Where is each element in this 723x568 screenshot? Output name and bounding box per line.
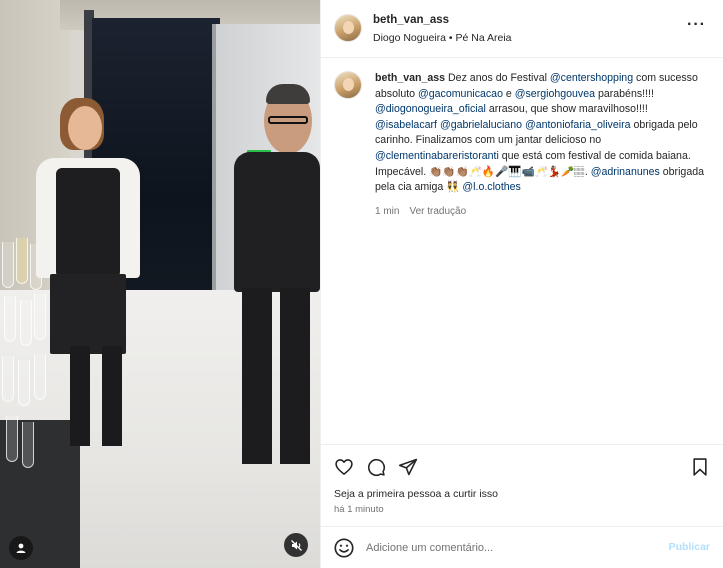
- post-media-video[interactable]: [0, 0, 320, 568]
- comment-icon[interactable]: [366, 457, 386, 477]
- person-tag-icon: [16, 543, 26, 553]
- mention-link[interactable]: @diogonogueira_oficial: [375, 103, 486, 115]
- post-header: beth_van_ass Diogo Nogueira • Pé Na Arei…: [321, 0, 723, 58]
- more-options-button[interactable]: ···: [687, 17, 706, 33]
- likes-summary[interactable]: Seja a primeira pessoa a curtir isso: [334, 488, 498, 500]
- tagged-users-button[interactable]: [9, 536, 33, 560]
- send-icon[interactable]: [398, 457, 418, 477]
- avatar[interactable]: [334, 14, 362, 42]
- muted-speaker-icon: [290, 539, 302, 551]
- mention-link[interactable]: @centershopping: [550, 72, 633, 84]
- caption-avatar[interactable]: [334, 71, 362, 99]
- more-horizontal-icon: ···: [687, 16, 706, 33]
- emoji-icon[interactable]: [333, 537, 355, 559]
- add-comment-bar: Publicar: [321, 526, 723, 568]
- heart-icon[interactable]: [334, 457, 354, 477]
- mention-link[interactable]: @isabelacarf: [375, 119, 437, 131]
- mention-link[interactable]: @gabrielaluciano: [440, 119, 522, 131]
- bookmark-icon[interactable]: [690, 457, 710, 477]
- comments-area: beth_van_ass Dez anos do Festival @cente…: [321, 58, 723, 444]
- mention-link[interactable]: @l.o.clothes: [462, 181, 520, 193]
- caption-time: 1 min: [375, 206, 400, 217]
- person-man: [228, 82, 320, 482]
- see-translation-link[interactable]: Ver tradução: [409, 206, 466, 217]
- caption-meta: 1 min Ver tradução: [375, 206, 466, 217]
- mention-link[interactable]: @antoniofaria_oliveira: [525, 119, 631, 131]
- audio-attribution[interactable]: Diogo Nogueira • Pé Na Areia: [373, 32, 512, 44]
- post-side-panel: beth_van_ass Diogo Nogueira • Pé Na Arei…: [320, 0, 723, 568]
- action-bar: [321, 444, 723, 488]
- mute-button[interactable]: [284, 533, 308, 557]
- post-timestamp: há 1 minuto: [334, 504, 384, 515]
- person-woman: [30, 96, 150, 466]
- caption-username[interactable]: beth_van_ass: [375, 72, 445, 84]
- mention-link[interactable]: @clementinabareristoranti: [375, 150, 499, 162]
- publish-button[interactable]: Publicar: [669, 541, 710, 553]
- mention-link[interactable]: @sergiohgouvea: [515, 88, 595, 100]
- comment-input[interactable]: [366, 535, 646, 561]
- mention-link[interactable]: @adrinanunes: [591, 166, 660, 178]
- mention-link[interactable]: @gacomunicacao: [418, 88, 503, 100]
- header-username[interactable]: beth_van_ass: [373, 14, 449, 26]
- post-caption: beth_van_ass Dez anos do Festival @cente…: [375, 72, 705, 194]
